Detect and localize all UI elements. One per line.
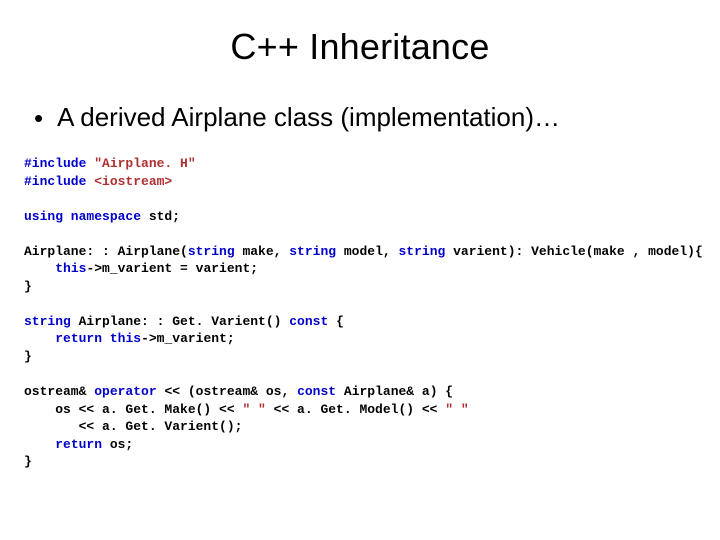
code-keyword: string (289, 244, 336, 259)
code-text (24, 261, 55, 276)
bullet-text: A derived Airplane class (implementation… (57, 102, 560, 133)
code-text: Airplane: : Get. Varient() (71, 314, 289, 329)
bullet-row: • A derived Airplane class (implementati… (30, 102, 696, 133)
code-text: os; (102, 437, 133, 452)
code-string: "Airplane. H" (86, 156, 195, 171)
code-string: " " (445, 402, 468, 417)
code-keyword: const (297, 384, 336, 399)
code-text: ostream& (24, 384, 94, 399)
code-keyword: string (398, 244, 445, 259)
code-keyword: this (110, 331, 141, 346)
code-text: std; (141, 209, 180, 224)
code-text: { (328, 314, 344, 329)
code-keyword: this (55, 261, 86, 276)
code-block: #include "Airplane. H" #include <iostrea… (24, 155, 696, 471)
slide-title: C++ Inheritance (24, 26, 696, 68)
code-text (102, 331, 110, 346)
code-keyword: #include (24, 174, 86, 189)
code-text: << (ostream& os, (157, 384, 297, 399)
code-keyword: string (24, 314, 71, 329)
code-keyword: using namespace (24, 209, 141, 224)
slide: C++ Inheritance • A derived Airplane cla… (0, 0, 720, 540)
code-text: } (24, 454, 32, 469)
code-keyword: string (188, 244, 235, 259)
code-text: model, (336, 244, 398, 259)
code-text: Airplane& a) { (336, 384, 453, 399)
code-text (24, 331, 55, 346)
code-text: varient): Vehicle(make , model){ (445, 244, 702, 259)
code-text: } (24, 279, 32, 294)
code-string: <iostream> (86, 174, 172, 189)
bullet-dot: • (34, 105, 43, 131)
code-text: make, (235, 244, 290, 259)
code-string: " " (242, 402, 265, 417)
code-text: Airplane: : Airplane( (24, 244, 188, 259)
code-text: os << a. Get. Make() << (24, 402, 242, 417)
code-text: ->m_varient = varient; (86, 261, 258, 276)
code-text: << a. Get. Varient(); (24, 419, 242, 434)
code-keyword: #include (24, 156, 86, 171)
code-keyword: operator (94, 384, 156, 399)
code-text: << a. Get. Model() << (266, 402, 445, 417)
code-text (24, 437, 55, 452)
code-keyword: return (55, 437, 102, 452)
code-text: } (24, 349, 32, 364)
code-text: ->m_varient; (141, 331, 235, 346)
code-keyword: return (55, 331, 102, 346)
code-keyword: const (289, 314, 328, 329)
